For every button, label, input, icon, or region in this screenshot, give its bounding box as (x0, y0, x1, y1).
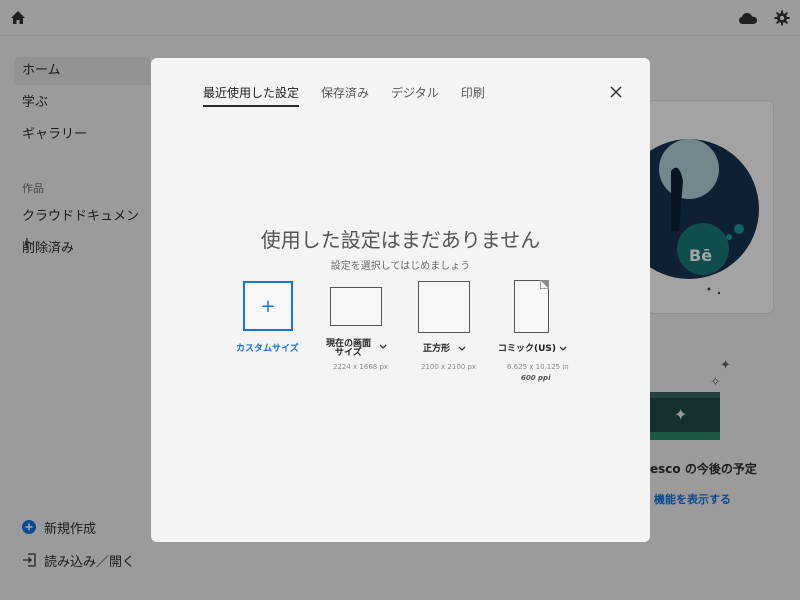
page-fold-icon (540, 280, 549, 289)
square-label: 正方形 (423, 344, 451, 354)
custom-size-thumbnail: + (243, 281, 293, 331)
chevron-down-icon[interactable] (559, 346, 567, 352)
comic-label: コミック(US) (498, 344, 557, 354)
preset-comic-us[interactable]: コミック(US) 6.625 x 10.125 in 600 ppi (493, 280, 593, 386)
preset-square[interactable]: 正方形 2100 x 2100 px (413, 280, 493, 371)
comic-thumbnail (514, 280, 549, 333)
chevron-down-icon[interactable] (458, 346, 466, 352)
current-screen-label-line2: サイズ (335, 348, 362, 358)
empty-state-subtitle: 設定を選択してはじめましょう (330, 261, 471, 272)
close-button[interactable] (609, 84, 623, 98)
custom-size-label: カスタムサイズ (236, 344, 299, 354)
preset-custom-size[interactable]: + カスタムサイズ (231, 280, 311, 360)
square-thumbnail (418, 281, 470, 333)
preset-tabs: 最近使用した設定 保存済み デジタル 印刷 (203, 84, 507, 110)
tab-digital[interactable]: デジタル (391, 84, 439, 107)
new-document-dialog: 最近使用した設定 保存済み デジタル 印刷 使用した設定はまだありません 設定を… (151, 58, 650, 542)
plus-icon: + (260, 295, 276, 317)
tab-print[interactable]: 印刷 (461, 84, 485, 107)
preset-current-screen[interactable]: 現在の画面 サイズ 2224 x 1668 px (321, 284, 401, 374)
empty-state-title: 使用した設定はまだありません (260, 228, 541, 252)
current-screen-dimensions: 2224 x 1668 px (333, 363, 389, 371)
comic-dimensions: 6.625 x 10.125 in (507, 363, 569, 371)
tab-recent[interactable]: 最近使用した設定 (203, 84, 300, 107)
comic-resolution: 600 ppi (521, 374, 551, 382)
tab-saved[interactable]: 保存済み (321, 84, 369, 107)
current-screen-thumbnail (330, 287, 382, 326)
square-dimensions: 2100 x 2100 px (421, 363, 477, 371)
close-icon (610, 86, 622, 98)
chevron-down-icon[interactable] (379, 344, 387, 350)
